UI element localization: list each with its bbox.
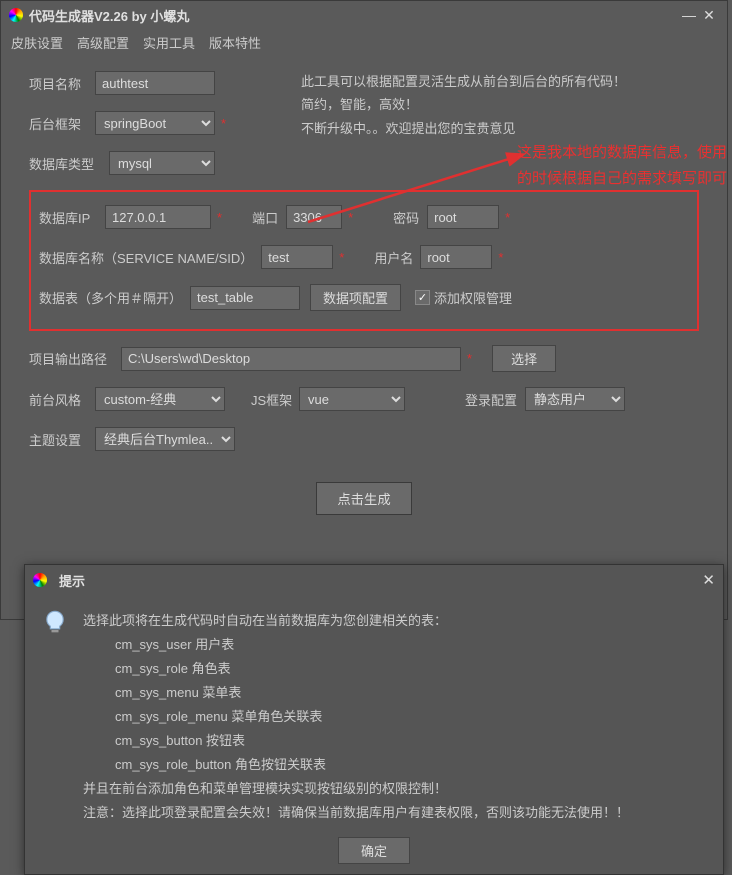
intro-text: 此工具可以根据配置灵活生成从前台到后台的所有代码！ 简约，智能，高效！ 不断升级…	[301, 70, 626, 140]
dialog-ok-button[interactable]: 确定	[338, 837, 410, 864]
required-star: *	[221, 116, 226, 131]
checkbox-icon: ✓	[415, 290, 430, 305]
output-path-label: 项目输出路径	[29, 349, 121, 368]
data-config-button[interactable]: 数据项配置	[310, 284, 401, 311]
theme-label: 主题设置	[29, 430, 95, 449]
project-name-label: 项目名称	[29, 74, 95, 93]
password-input[interactable]	[427, 205, 499, 229]
content: 此工具可以根据配置灵活生成从前台到后台的所有代码！ 简约，智能，高效！ 不断升级…	[1, 60, 727, 525]
intro-line: 此工具可以根据配置灵活生成从前台到后台的所有代码！	[301, 70, 626, 93]
tables-input[interactable]	[190, 286, 300, 310]
js-framework-select[interactable]: vue	[299, 387, 405, 411]
intro-line: 简约，智能，高效！	[301, 93, 626, 116]
backend-select[interactable]: springBoot	[95, 111, 215, 135]
generate-button[interactable]: 点击生成	[316, 482, 411, 515]
db-name-label: 数据库名称（SERVICE NAME/SID）	[39, 248, 253, 267]
db-type-label: 数据库类型	[29, 154, 109, 173]
db-type-select[interactable]: mysql	[109, 151, 215, 175]
dialog-line: cm_sys_user 用户表	[83, 633, 629, 657]
theme-select[interactable]: 经典后台Thymlea...	[95, 427, 235, 451]
dialog-line: 注意：选择此项登录配置会失效！请确保当前数据库用户有建表权限，否则该功能无法使用…	[83, 801, 629, 825]
port-input[interactable]	[286, 205, 342, 229]
intro-line: 不断升级中。。欢迎提出您的宝贵意见	[301, 117, 626, 140]
dialog-titlebar: 提示 ✕	[25, 565, 723, 595]
required-star: *	[467, 351, 472, 366]
annotation-text: 这是我本地的数据库信息，使用的时候根据自己的需求填写即可	[517, 140, 727, 191]
menu-version[interactable]: 版本特性	[209, 33, 261, 52]
choose-button[interactable]: 选择	[492, 345, 556, 372]
app-icon	[9, 8, 23, 22]
main-window: 代码生成器V2.26 by 小螺丸 — ✕ 皮肤设置 高级配置 实用工具 版本特…	[0, 0, 728, 620]
output-path-input[interactable]	[121, 347, 461, 371]
login-config-select[interactable]: 静态用户	[525, 387, 625, 411]
menu-skin[interactable]: 皮肤设置	[11, 33, 63, 52]
close-button[interactable]: ✕	[699, 7, 719, 24]
titlebar: 代码生成器V2.26 by 小螺丸 — ✕	[1, 1, 727, 29]
db-ip-input[interactable]	[105, 205, 211, 229]
dialog-line: 选择此项将在生成代码时自动在当前数据库为您创建相关的表：	[83, 609, 629, 633]
menubar: 皮肤设置 高级配置 实用工具 版本特性	[1, 29, 727, 60]
front-style-select[interactable]: custom-经典	[95, 387, 225, 411]
add-auth-label: 添加权限管理	[434, 288, 512, 307]
front-style-label: 前台风格	[29, 390, 95, 409]
dialog-text: 选择此项将在生成代码时自动在当前数据库为您创建相关的表： cm_sys_user…	[83, 609, 629, 825]
dialog-line: cm_sys_button 按钮表	[83, 729, 629, 753]
dialog-line: cm_sys_role_button 角色按钮关联表	[83, 753, 629, 777]
required-star: *	[348, 210, 353, 225]
hint-dialog: 提示 ✕ 选择此项将在生成代码时自动在当前数据库为您创建相关的表： cm_sys…	[24, 564, 724, 875]
dialog-close-button[interactable]: ✕	[702, 571, 715, 589]
password-label: 密码	[393, 208, 427, 227]
dialog-line: cm_sys_role_menu 菜单角色关联表	[83, 705, 629, 729]
dialog-line: 并且在前台添加角色和菜单管理模块实现按钮级别的权限控制！	[83, 777, 629, 801]
login-config-label: 登录配置	[465, 390, 525, 409]
required-star: *	[505, 210, 510, 225]
minimize-button[interactable]: —	[679, 7, 699, 23]
db-ip-label: 数据库IP	[39, 208, 105, 227]
tables-label: 数据表（多个用＃隔开）	[39, 288, 182, 307]
dialog-line: cm_sys_role 角色表	[83, 657, 629, 681]
window-title: 代码生成器V2.26 by 小螺丸	[29, 6, 679, 25]
menu-advanced[interactable]: 高级配置	[77, 33, 129, 52]
add-auth-checkbox[interactable]: ✓ 添加权限管理	[415, 288, 512, 307]
project-name-input[interactable]	[95, 71, 215, 95]
menu-tools[interactable]: 实用工具	[143, 33, 195, 52]
required-star: *	[339, 250, 344, 265]
db-name-input[interactable]	[261, 245, 333, 269]
db-config-highlight: 数据库IP * 端口 * 密码 * 数据库名称（SERVICE NAME/SID…	[29, 190, 699, 331]
dialog-title: 提示	[59, 571, 702, 590]
dialog-line: cm_sys_menu 菜单表	[83, 681, 629, 705]
js-framework-label: JS框架	[251, 390, 299, 409]
username-input[interactable]	[420, 245, 492, 269]
required-star: *	[217, 210, 222, 225]
backend-label: 后台框架	[29, 114, 95, 133]
dialog-icon	[33, 573, 47, 587]
port-label: 端口	[252, 208, 286, 227]
required-star: *	[498, 250, 503, 265]
lightbulb-icon	[41, 609, 69, 637]
username-label: 用户名	[374, 248, 420, 267]
